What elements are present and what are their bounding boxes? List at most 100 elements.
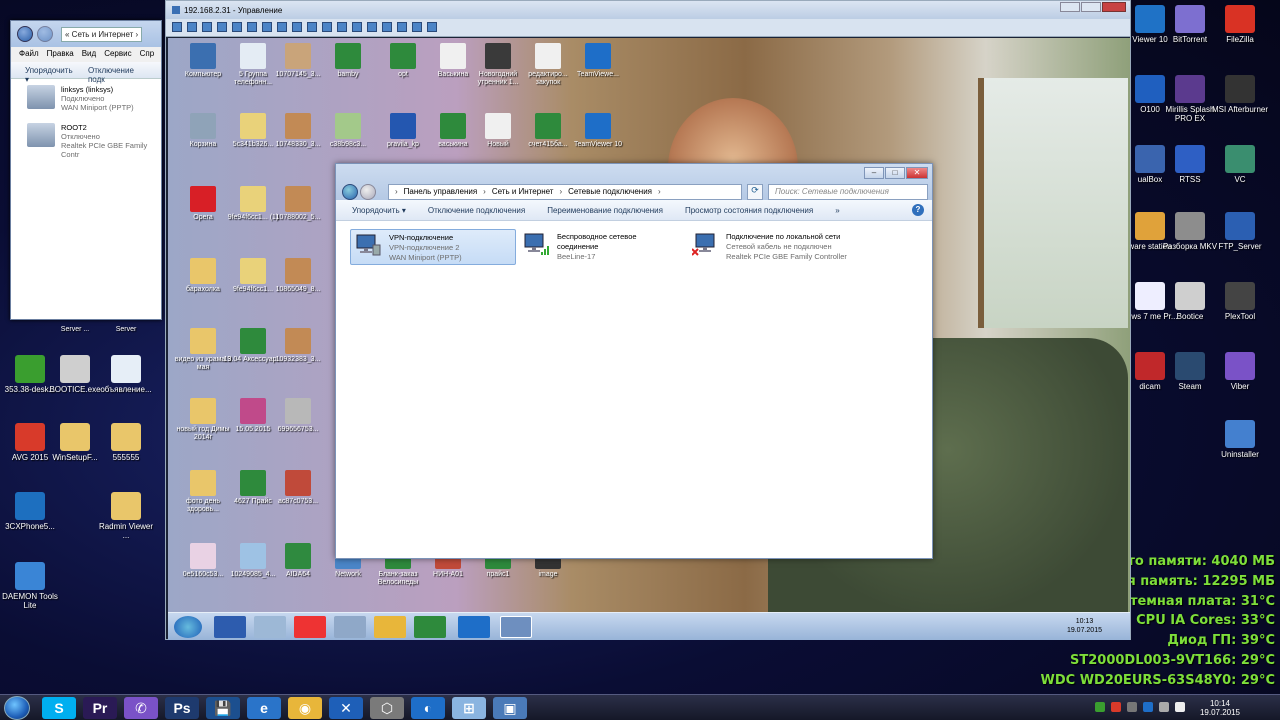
organize-button[interactable]: Упорядочить ▾	[25, 66, 74, 84]
crumb-network-internet[interactable]: Сеть и Интернет	[492, 187, 554, 197]
tool-icon[interactable]	[382, 22, 392, 32]
tray-icon[interactable]	[1159, 702, 1169, 712]
start-button[interactable]	[4, 696, 30, 720]
desktop-icon[interactable]: Viber	[1210, 352, 1270, 391]
connection-wireless[interactable]: Беспроводное сетевое соединение BeeLine-…	[519, 229, 679, 265]
breadcrumb[interactable]: « Сеть и Интернет ›	[61, 26, 143, 42]
tray-icon[interactable]	[1127, 702, 1137, 712]
tool-icon[interactable]	[217, 22, 227, 32]
disconnect-button[interactable]: Отключение подключения	[428, 206, 525, 215]
refresh-icon[interactable]: ⟳	[747, 184, 763, 200]
tray-icon[interactable]	[1143, 702, 1153, 712]
connection-item[interactable]: linksys (linksys) Подключено WAN Minipor…	[11, 79, 161, 117]
menu-help[interactable]: Спр	[140, 49, 155, 60]
tool-icon[interactable]	[187, 22, 197, 32]
tray-icon[interactable]	[1111, 702, 1121, 712]
excel-icon[interactable]	[414, 616, 446, 638]
tool-icon[interactable]	[202, 22, 212, 32]
taskbar-app-button[interactable]: ◉	[288, 697, 322, 719]
yandex-icon[interactable]	[294, 616, 326, 638]
taskbar-app-button[interactable]: S	[42, 697, 76, 719]
desktop-icon[interactable]: Uninstaller	[1210, 420, 1270, 459]
disconnect-button[interactable]: Отключение подк	[88, 66, 147, 84]
desktop-icon[interactable]: VC	[1210, 145, 1270, 184]
tool-icon[interactable]	[262, 22, 272, 32]
taskbar-app-button[interactable]: e	[247, 697, 281, 719]
menu-tools[interactable]: Сервис	[104, 49, 131, 60]
desktop-icon[interactable]: c38b98c3...	[318, 113, 378, 149]
connection-lan[interactable]: Подключение по локальной сети Сетевой ка…	[688, 229, 888, 265]
more-commands-button[interactable]: »	[835, 206, 839, 215]
tool-icon[interactable]	[352, 22, 362, 32]
desktop-icon[interactable]: Radmin Viewer ...	[96, 492, 156, 540]
desktop-icon[interactable]: PlexTool	[1210, 282, 1270, 321]
menu-file[interactable]: Файл	[19, 49, 39, 60]
tool-icon[interactable]	[232, 22, 242, 32]
forward-icon[interactable]	[37, 26, 53, 42]
tool-icon[interactable]	[322, 22, 332, 32]
desktop-icon[interactable]: MSI Afterburner	[1210, 75, 1270, 114]
taskbar-app-button[interactable]: 💾	[206, 697, 240, 719]
host-clock[interactable]: 10:14 19.07.2015	[1200, 699, 1240, 717]
tool-icon[interactable]	[397, 22, 407, 32]
taskbar-app-button[interactable]: ⬡	[370, 697, 404, 719]
remote-clock[interactable]: 10:13 19.07.2015	[1067, 617, 1102, 635]
connection-vpn[interactable]: VPN-подключение VPN-подключение 2 WAN Mi…	[350, 229, 516, 265]
desktop-icon[interactable]: TeamViewe...	[568, 43, 628, 79]
volume-icon[interactable]	[1175, 702, 1185, 712]
desktop-icon[interactable]: объявление...	[96, 355, 156, 394]
start-button[interactable]	[174, 616, 202, 638]
menu-edit[interactable]: Правка	[47, 49, 74, 60]
desktop-icon[interactable]: bamby	[318, 43, 378, 79]
taskbar-app-button[interactable]: ◐	[411, 697, 445, 719]
taskbar-app-button[interactable]: ⊞	[452, 697, 486, 719]
explorer-icon[interactable]	[254, 616, 286, 638]
search-input[interactable]: Поиск: Сетевые подключения	[768, 184, 928, 200]
taskbar-app-button[interactable]: ▣	[493, 697, 527, 719]
tool-icon[interactable]	[427, 22, 437, 32]
connection-item[interactable]: ROOT2 Отключено Realtek PCIe GBE Family …	[11, 117, 161, 159]
tool-icon[interactable]	[412, 22, 422, 32]
minimize-icon[interactable]: –	[864, 167, 884, 179]
tool-icon[interactable]	[277, 22, 287, 32]
desktop-icon[interactable]: FTP_Server	[1210, 212, 1270, 251]
menu-view[interactable]: Вид	[82, 49, 96, 60]
view-status-button[interactable]: Просмотр состояния подключения	[685, 206, 813, 215]
chrome-icon[interactable]	[374, 616, 406, 638]
speaker-icon[interactable]	[334, 616, 366, 638]
tray-icon[interactable]	[1095, 702, 1105, 712]
taskbar-app-button[interactable]: ✆	[124, 697, 158, 719]
desktop-icon[interactable]: 555555	[96, 423, 156, 462]
close-icon[interactable]	[1102, 2, 1126, 12]
crumb-network-connections[interactable]: Сетевые подключения	[568, 187, 652, 197]
rename-button[interactable]: Переименование подключения	[547, 206, 663, 215]
taskbar-app-button[interactable]: ✕	[329, 697, 363, 719]
minimize-icon[interactable]	[1060, 2, 1080, 12]
teamviewer-icon[interactable]	[458, 616, 490, 638]
organize-button[interactable]: Упорядочить ▾	[352, 206, 406, 215]
back-icon[interactable]	[342, 184, 358, 200]
desktop-icon[interactable]: FileZilla	[1210, 5, 1270, 44]
address-bar[interactable]: › Панель управления › Сеть и Интернет › …	[388, 184, 742, 200]
tool-icon[interactable]	[172, 22, 182, 32]
tool-icon[interactable]	[337, 22, 347, 32]
back-icon[interactable]	[17, 26, 33, 42]
tool-icon[interactable]	[292, 22, 302, 32]
maximize-icon[interactable]	[1081, 2, 1101, 12]
tool-icon[interactable]	[367, 22, 377, 32]
close-icon[interactable]: ✕	[906, 167, 928, 179]
server-label-2[interactable]: Server	[96, 326, 156, 334]
tool-icon[interactable]	[247, 22, 257, 32]
desktop-icon[interactable]: 3CXPhone5...	[0, 492, 60, 531]
taskbar-app-button[interactable]: Ps	[165, 697, 199, 719]
desktop-icon[interactable]: TeamViewer 10	[568, 113, 628, 149]
desktop-icon[interactable]: DAEMON Tools Lite	[0, 562, 60, 610]
crumb-control-panel[interactable]: Панель управления	[404, 187, 478, 197]
word-icon[interactable]	[214, 616, 246, 638]
maximize-icon[interactable]: □	[885, 167, 905, 179]
taskbar-app-button[interactable]: Pr	[83, 697, 117, 719]
forward-icon[interactable]	[360, 184, 376, 200]
tool-icon[interactable]	[307, 22, 317, 32]
help-icon[interactable]: ?	[912, 204, 924, 216]
left-explorer-window[interactable]: « Сеть и Интернет › Файл Правка Вид Серв…	[10, 20, 162, 320]
